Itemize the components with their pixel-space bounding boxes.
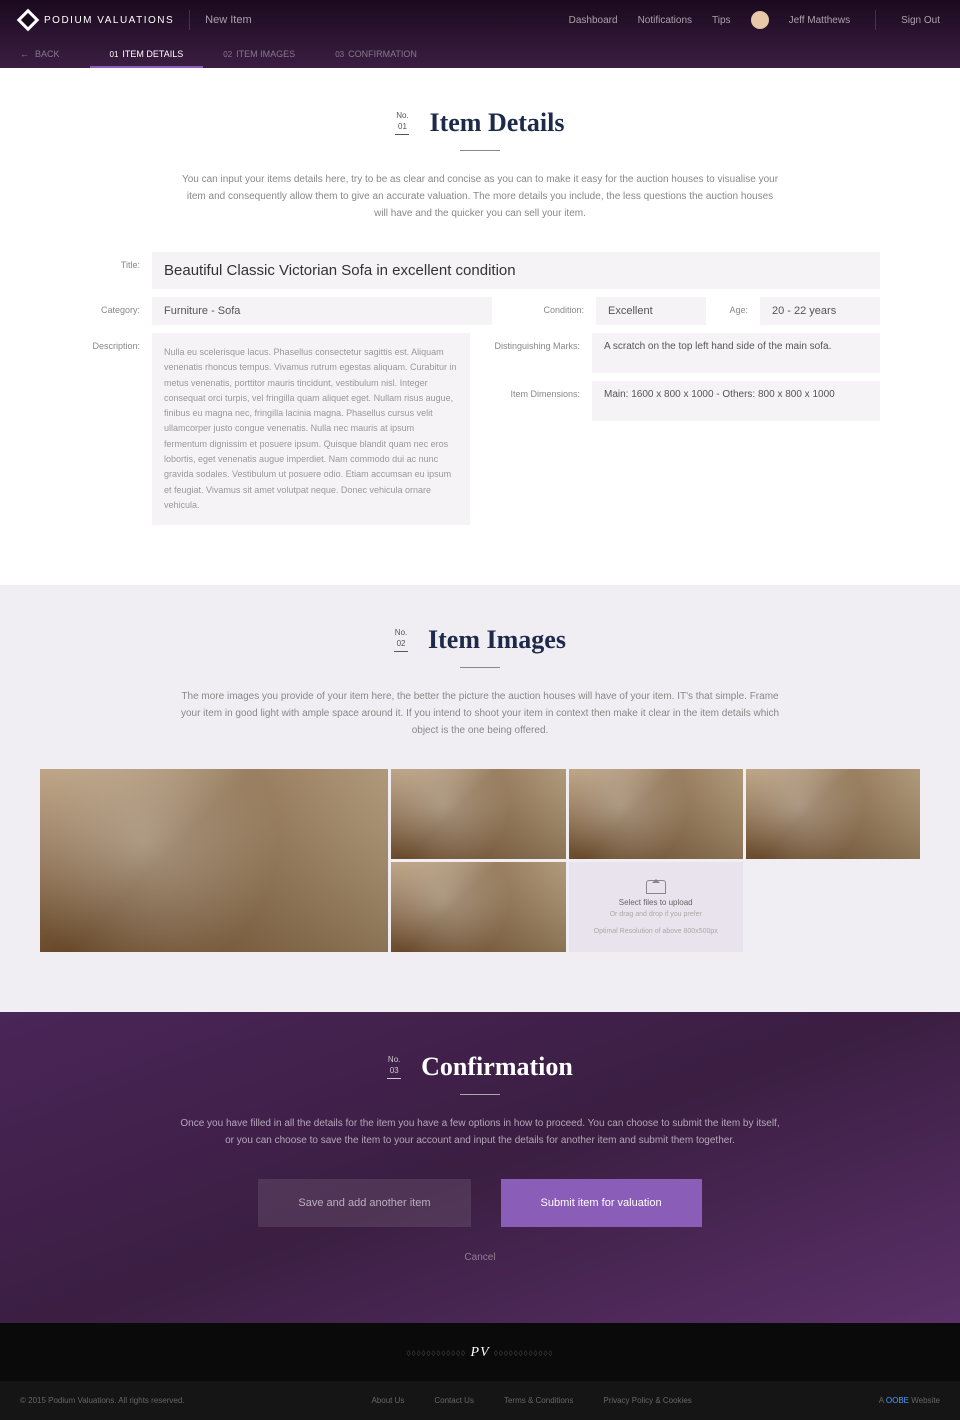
- marks-input[interactable]: A scratch on the top left hand side of t…: [592, 333, 880, 373]
- upload-sub: Or drag and drop if you prefer: [610, 911, 702, 918]
- tab-item-details[interactable]: 01ITEM DETAILS: [90, 40, 204, 68]
- title-input[interactable]: Beautiful Classic Victorian Sofa in exce…: [152, 252, 880, 289]
- avatar[interactable]: [751, 11, 769, 29]
- section-intro: Once you have filled in all the details …: [180, 1115, 780, 1149]
- top-right-nav: Dashboard Notifications Tips Jeff Matthe…: [569, 10, 940, 30]
- description-input[interactable]: Nulla eu scelerisque lacus. Phasellus co…: [152, 333, 470, 525]
- footer-link-privacy[interactable]: Privacy Policy & Cookies: [603, 1396, 691, 1405]
- tab-item-images[interactable]: 02ITEM IMAGES: [203, 40, 315, 68]
- brand-name: PODIUM VALUATIONS: [44, 15, 174, 26]
- sign-out-link[interactable]: Sign Out: [901, 15, 940, 26]
- dimensions-label: Item Dimensions:: [490, 381, 580, 421]
- footer-logo: PV: [471, 1345, 494, 1360]
- footer-link-terms[interactable]: Terms & Conditions: [504, 1396, 573, 1405]
- progress-tabs: 01ITEM DETAILS 02ITEM IMAGES 03CONFIRMAT…: [90, 40, 437, 68]
- footer-brand-bar: ◊◊◊◊◊◊◊◊◊◊◊◊ PV ◊◊◊◊◊◊◊◊◊◊◊◊: [0, 1323, 960, 1381]
- gallery-image[interactable]: [569, 769, 743, 859]
- gallery-image[interactable]: [391, 769, 565, 859]
- divider: [875, 10, 876, 30]
- section-no: 02: [394, 639, 408, 648]
- nav-dashboard[interactable]: Dashboard: [569, 15, 618, 26]
- cancel-button[interactable]: Cancel: [80, 1252, 880, 1263]
- section-item-images: No. 02 Item Images The more images you pr…: [0, 585, 960, 1012]
- section-no: 03: [387, 1066, 401, 1075]
- footer-link-about[interactable]: About Us: [371, 1396, 404, 1405]
- copyright: © 2015 Podium Valuations. All rights res…: [20, 1396, 185, 1405]
- title-label: Title:: [80, 252, 140, 270]
- section-no: 01: [395, 122, 409, 131]
- age-label: Age:: [718, 297, 748, 315]
- age-input[interactable]: 20 - 22 years: [760, 297, 880, 325]
- sub-nav-bar: ← BACK 01ITEM DETAILS 02ITEM IMAGES 03CO…: [0, 40, 960, 68]
- section-heading: Item Images: [428, 625, 566, 655]
- section-intro: You can input your items details here, t…: [180, 171, 780, 222]
- category-input[interactable]: Furniture - Sofa: [152, 297, 492, 325]
- back-button[interactable]: ← BACK: [20, 49, 60, 59]
- logo-icon: [17, 9, 40, 32]
- section-no-label: No.: [387, 1055, 401, 1064]
- gallery-image[interactable]: [746, 769, 920, 859]
- section-no-label: No.: [394, 628, 408, 637]
- marks-label: Distinguishing Marks:: [490, 333, 580, 373]
- category-label: Category:: [80, 297, 140, 315]
- nav-notifications[interactable]: Notifications: [638, 15, 692, 26]
- section-no-label: No.: [395, 111, 409, 120]
- image-gallery: Select files to upload Or drag and drop …: [40, 769, 920, 952]
- top-bar: PODIUM VALUATIONS New Item Dashboard Not…: [0, 0, 960, 40]
- back-label: BACK: [35, 49, 60, 59]
- arrow-left-icon: ←: [20, 49, 29, 59]
- footer-link-contact[interactable]: Contact Us: [434, 1396, 474, 1405]
- section-confirmation: No. 03 Confirmation Once you have filled …: [0, 1012, 960, 1323]
- submit-valuation-button[interactable]: Submit item for valuation: [501, 1179, 702, 1227]
- gallery-image-main[interactable]: [40, 769, 388, 952]
- save-add-another-button[interactable]: Save and add another item: [258, 1179, 470, 1227]
- upload-icon: [646, 880, 666, 894]
- section-heading: Confirmation: [421, 1052, 573, 1082]
- upload-dropzone[interactable]: Select files to upload Or drag and drop …: [569, 862, 743, 952]
- footer: © 2015 Podium Valuations. All rights res…: [0, 1381, 960, 1420]
- section-heading: Item Details: [429, 108, 564, 138]
- upload-hint: Optimal Resolution of above 800x500px: [594, 928, 718, 935]
- upload-title: Select files to upload: [619, 898, 693, 907]
- footer-credit: A OOBE Website: [879, 1396, 940, 1405]
- nav-tips[interactable]: Tips: [712, 15, 731, 26]
- dimensions-input[interactable]: Main: 1600 x 800 x 1000 - Others: 800 x …: [592, 381, 880, 421]
- description-label: Description:: [80, 333, 140, 525]
- condition-label: Condition:: [504, 297, 584, 315]
- section-intro: The more images you provide of your item…: [180, 688, 780, 739]
- section-item-details: No. 01 Item Details You can input your it…: [0, 68, 960, 585]
- divider: [189, 10, 190, 30]
- gallery-image[interactable]: [391, 862, 565, 952]
- page-name: New Item: [205, 14, 251, 26]
- condition-input[interactable]: Excellent: [596, 297, 706, 325]
- tab-confirmation[interactable]: 03CONFIRMATION: [315, 40, 437, 68]
- brand-area[interactable]: PODIUM VALUATIONS: [20, 12, 174, 28]
- user-name[interactable]: Jeff Matthews: [789, 15, 851, 26]
